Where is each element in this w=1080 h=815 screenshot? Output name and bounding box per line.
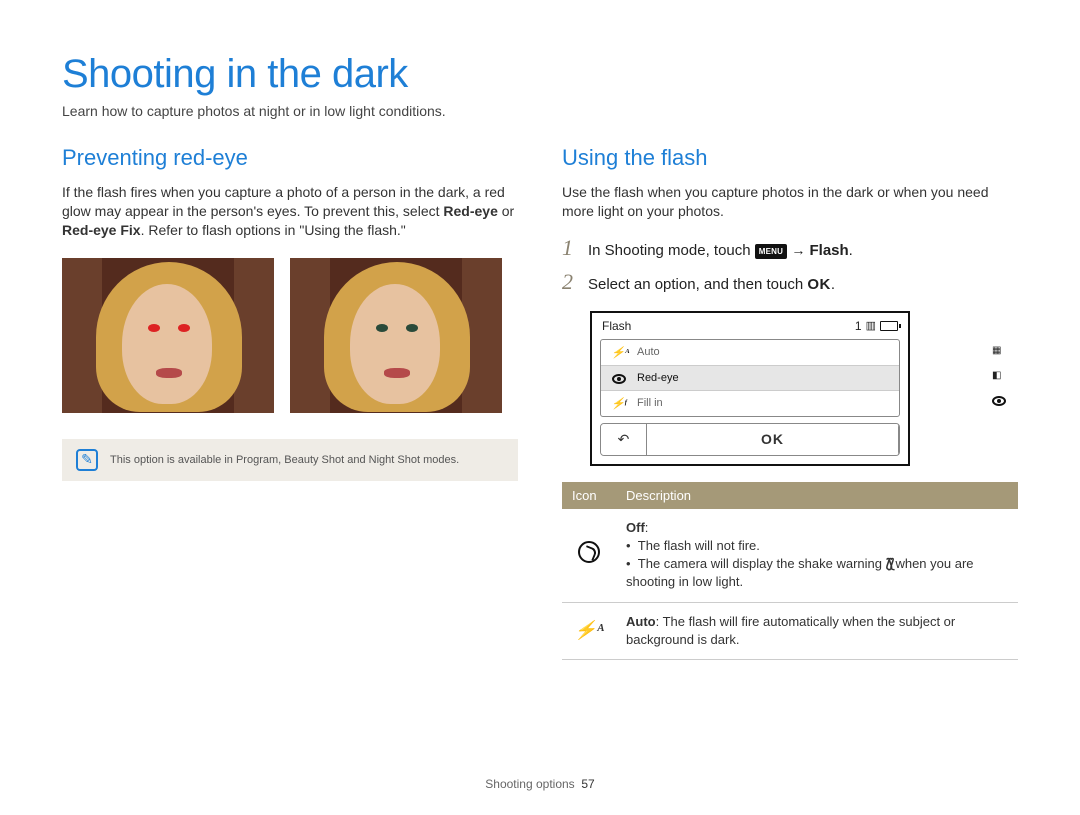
ok-icon: OK: [807, 276, 831, 293]
bullet-text: The flash will not fire.: [638, 538, 760, 553]
heading-red-eye: Preventing red-eye: [62, 145, 518, 171]
lcd-item-label: Red-eye: [637, 372, 679, 384]
page-footer: Shooting options 57: [0, 777, 1080, 791]
step-number: 2: [562, 269, 578, 295]
text: If the flash fires when you capture a ph…: [62, 184, 505, 219]
note-box: ✎ This option is available in Program, B…: [62, 439, 518, 481]
lcd-item-label: Auto: [637, 346, 660, 358]
menu-icon: MENU: [755, 244, 787, 259]
col-preventing-red-eye: Preventing red-eye If the flash fires wh…: [62, 145, 518, 660]
red-eye-paragraph: If the flash fires when you capture a ph…: [62, 183, 518, 240]
lcd-item-red-eye[interactable]: Red-eye: [601, 365, 899, 390]
step-number: 1: [562, 235, 578, 261]
step-2: 2 Select an option, and then touch OK.: [562, 269, 1018, 295]
table-row: Off: • The flash will not fire. • The ca…: [562, 509, 1018, 602]
flash-auto-icon: ⚡ᴬ: [611, 346, 627, 359]
flash-off-icon: [578, 541, 600, 563]
footer-section: Shooting options: [485, 777, 574, 791]
flash-auto-icon: ⚡ᴬ: [574, 620, 604, 640]
bold-red-eye: Red-eye: [443, 203, 497, 219]
col-using-flash: Using the flash Use the flash when you c…: [562, 145, 1018, 660]
note-text: This option is available in Program, Bea…: [110, 454, 459, 466]
heading-flash: Using the flash: [562, 145, 1018, 171]
lcd-back-button[interactable]: ↶: [601, 424, 647, 455]
intro-text: Learn how to capture photos at night or …: [62, 103, 1018, 119]
text: .: [849, 242, 853, 259]
arrow-icon: →: [791, 242, 805, 258]
lcd-side-icon: ▦: [992, 345, 1006, 356]
th-description: Description: [616, 482, 1018, 509]
lcd-side-eye-icon: [992, 395, 1006, 406]
text: Select an option, and then touch: [588, 276, 807, 293]
page-number: 57: [581, 777, 594, 791]
lcd-item-label: Fill in: [637, 397, 663, 409]
bold-red-eye-fix: Red-eye Fix: [62, 222, 141, 238]
step-1: 1 In Shooting mode, touch MENU → Flash.: [562, 235, 1018, 261]
lcd-counter: 1: [855, 319, 862, 333]
bullet-text: The camera will display the shake warnin…: [638, 556, 886, 571]
off-icon-cell: [562, 509, 616, 602]
lcd-screenshot: Flash 1 ▥ ⚡ᴬ Auto: [590, 311, 910, 466]
flash-label: Flash: [809, 242, 848, 259]
row-title: Off: [626, 520, 645, 535]
text: .: [831, 276, 835, 293]
flash-fill-icon: ⚡ᶠ: [611, 397, 627, 410]
flash-paragraph: Use the flash when you capture photos in…: [562, 183, 1018, 221]
lcd-side-icon: ◧: [992, 370, 1006, 381]
page-title: Shooting in the dark: [62, 52, 1018, 97]
lcd-title-text: Flash: [602, 319, 631, 333]
lcd-ok-button[interactable]: OK: [647, 424, 899, 455]
flash-options-table: Icon Description Off: • The flash will n…: [562, 482, 1018, 660]
example-photo-pair: [62, 258, 518, 413]
note-icon: ✎: [76, 449, 98, 471]
battery-icon: [880, 321, 898, 331]
th-icon: Icon: [562, 482, 616, 509]
auto-icon-cell: ⚡ᴬ: [562, 602, 616, 659]
eye-icon: [611, 372, 627, 384]
photo-fixed: [290, 258, 502, 413]
text: . Refer to flash options in "Using the f…: [141, 222, 406, 238]
sd-icon: ▥: [866, 319, 876, 332]
row-text: : The flash will fire automatically when…: [626, 614, 955, 647]
text: In Shooting mode, touch: [588, 242, 755, 259]
lcd-item-auto[interactable]: ⚡ᴬ Auto: [601, 340, 899, 365]
photo-red-eye: [62, 258, 274, 413]
row-title: Auto: [626, 614, 656, 629]
table-row: ⚡ᴬ Auto: The flash will fire automatical…: [562, 602, 1018, 659]
lcd-item-fill-in[interactable]: ⚡ᶠ Fill in: [601, 390, 899, 416]
text: or: [498, 203, 514, 219]
